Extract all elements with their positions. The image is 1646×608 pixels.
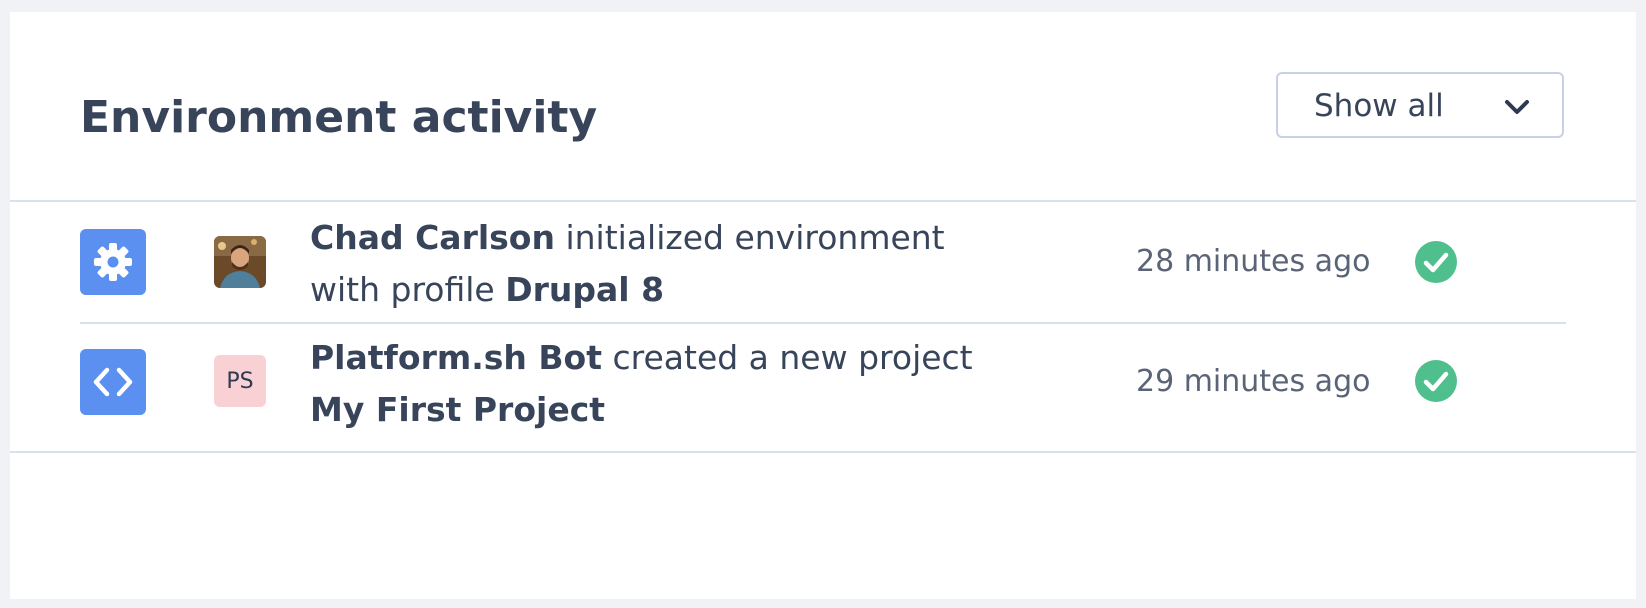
page-title: Environment activity [80,92,598,143]
activity-row[interactable]: Chad Carlson initialized environment wit… [10,202,1636,322]
activity-actor[interactable]: Platform.sh Bot [310,338,602,377]
activity-action: created a new project [602,338,973,377]
code-icon [80,349,146,415]
card-header: Environment activity Show all [10,12,1636,200]
avatar: PS [214,355,266,407]
activity-target: Drupal 8 [505,270,665,309]
activity-target: My First Project [310,390,606,429]
success-check-icon [1415,241,1457,283]
activity-description: Chad Carlson initialized environment wit… [310,212,1010,316]
success-check-icon [1415,360,1457,402]
filter-selected-value: Show all [1314,88,1444,124]
chevron-down-icon [1505,100,1529,114]
list-bottom-divider [10,451,1636,453]
activity-actor[interactable]: Chad Carlson [310,218,555,257]
activity-time: 28 minutes ago [1136,244,1371,279]
activity-description: Platform.sh Bot created a new project My… [310,332,1010,436]
avatar [214,236,266,288]
activity-card: Environment activity Show all Chad Carls… [10,12,1636,599]
gear-icon [80,229,146,295]
activity-row[interactable]: PS Platform.sh Bot created a new project… [10,324,1636,451]
activity-time: 29 minutes ago [1136,364,1371,399]
activity-filter-dropdown[interactable]: Show all [1276,72,1564,138]
